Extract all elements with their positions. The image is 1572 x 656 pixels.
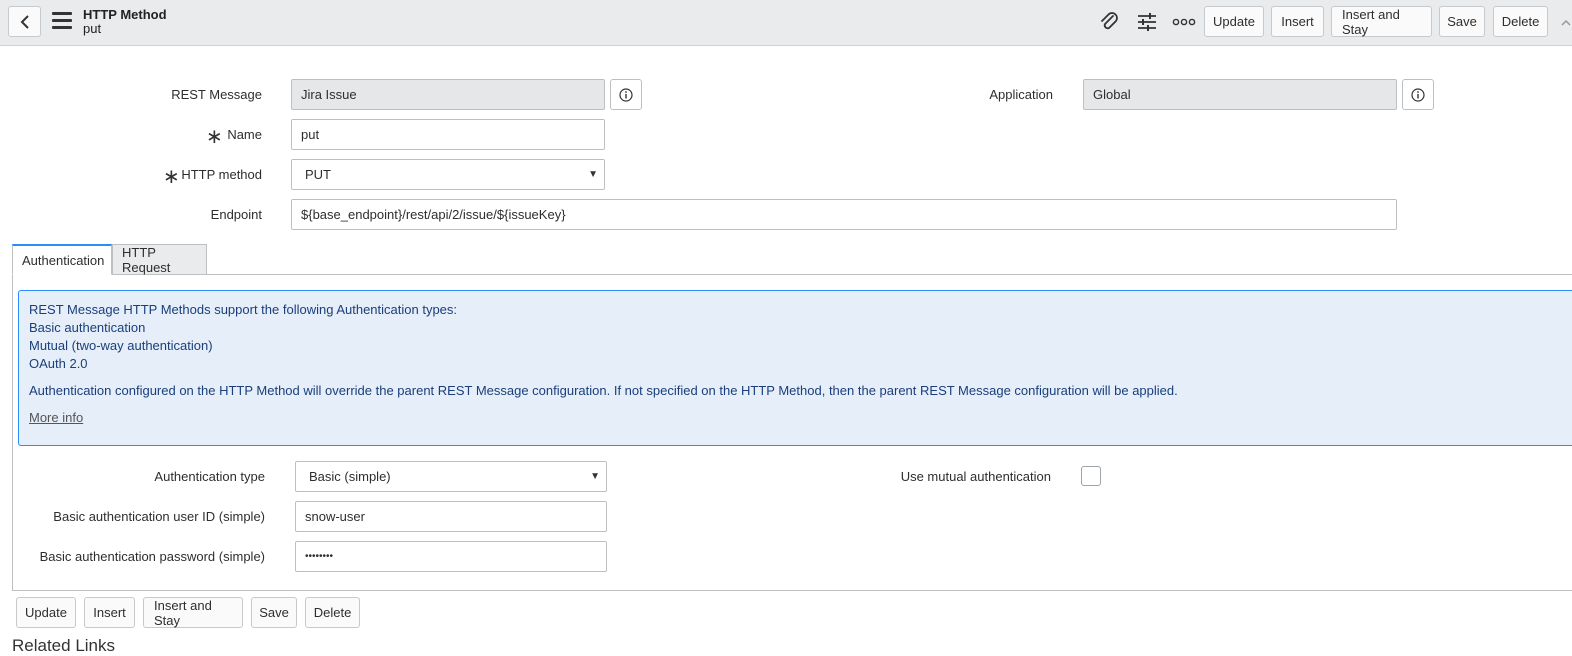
tab-http-request[interactable]: HTTP Request bbox=[112, 244, 207, 275]
more-icon[interactable] bbox=[1172, 10, 1196, 34]
info-line: REST Message HTTP Methods support the fo… bbox=[29, 302, 458, 317]
mutual-auth-checkbox[interactable] bbox=[1081, 466, 1101, 486]
http-method-label: HTTP method bbox=[181, 167, 262, 182]
password-field[interactable]: •••••••• bbox=[295, 541, 607, 572]
insert-and-stay-button[interactable]: Insert and Stay bbox=[1331, 6, 1432, 37]
form-header: HTTP Method put Update Insert Insert and… bbox=[0, 0, 1572, 46]
name-field[interactable]: put bbox=[291, 119, 605, 150]
authentication-type-value: Basic (simple) bbox=[309, 469, 391, 484]
footer-insert-button[interactable]: Insert bbox=[84, 597, 135, 628]
paperclip-icon[interactable] bbox=[1098, 10, 1122, 34]
http-method-required-marker: ∗ bbox=[163, 166, 180, 188]
footer-insert-and-stay-button[interactable]: Insert and Stay bbox=[143, 597, 243, 628]
rest-message-field[interactable]: Jira Issue bbox=[291, 79, 605, 110]
name-label: Name bbox=[227, 127, 262, 142]
back-icon bbox=[20, 14, 29, 29]
authentication-type-select[interactable]: Basic (simple) ▼ bbox=[295, 461, 607, 492]
page-title: HTTP Method bbox=[83, 7, 167, 22]
related-links-heading: Related Links bbox=[12, 636, 116, 655]
info-line: OAuth 2.0 bbox=[29, 356, 88, 371]
info-line: Authentication configured on the HTTP Me… bbox=[29, 383, 1178, 398]
record-name: put bbox=[83, 21, 102, 36]
rest-message-info-button[interactable] bbox=[610, 79, 642, 110]
save-button[interactable]: Save bbox=[1439, 6, 1485, 37]
mutual-auth-label: Use mutual authentication bbox=[900, 469, 1051, 484]
info-icon bbox=[619, 87, 633, 102]
endpoint-field[interactable]: ${base_endpoint}/rest/api/2/issue/${issu… bbox=[291, 199, 1397, 230]
application-label: Application bbox=[989, 87, 1053, 102]
dropdown-caret-icon: ▼ bbox=[590, 471, 600, 482]
rest-message-label: REST Message bbox=[171, 87, 262, 102]
authentication-info-box: REST Message HTTP Methods support the fo… bbox=[18, 290, 1572, 446]
endpoint-label: Endpoint bbox=[210, 207, 262, 222]
info-line: Basic authentication bbox=[29, 320, 146, 335]
footer-update-button[interactable]: Update bbox=[16, 597, 76, 628]
tab-authentication[interactable]: Authentication bbox=[12, 244, 112, 275]
back-button[interactable] bbox=[8, 6, 41, 37]
collapse-chevron-icon[interactable] bbox=[1560, 16, 1572, 28]
user-id-field[interactable]: snow-user bbox=[295, 501, 607, 532]
application-field[interactable]: Global bbox=[1083, 79, 1397, 110]
info-icon bbox=[1411, 87, 1425, 102]
insert-button[interactable]: Insert bbox=[1271, 6, 1324, 37]
delete-button[interactable]: Delete bbox=[1493, 6, 1548, 37]
authentication-type-label: Authentication type bbox=[154, 469, 265, 484]
menu-icon[interactable] bbox=[52, 12, 72, 30]
application-info-button[interactable] bbox=[1402, 79, 1434, 110]
http-method-value: PUT bbox=[305, 167, 331, 182]
footer-save-button[interactable]: Save bbox=[251, 597, 297, 628]
update-button[interactable]: Update bbox=[1204, 6, 1264, 37]
dropdown-caret-icon: ▼ bbox=[588, 169, 598, 180]
info-line: Mutual (two-way authentication) bbox=[29, 338, 213, 353]
user-id-label: Basic authentication user ID (simple) bbox=[53, 509, 265, 524]
footer-delete-button[interactable]: Delete bbox=[305, 597, 360, 628]
password-label: Basic authentication password (simple) bbox=[39, 549, 265, 564]
more-info-link[interactable]: More info bbox=[29, 410, 83, 425]
sliders-icon[interactable] bbox=[1135, 10, 1159, 34]
http-method-select[interactable]: PUT ▼ bbox=[291, 159, 605, 190]
